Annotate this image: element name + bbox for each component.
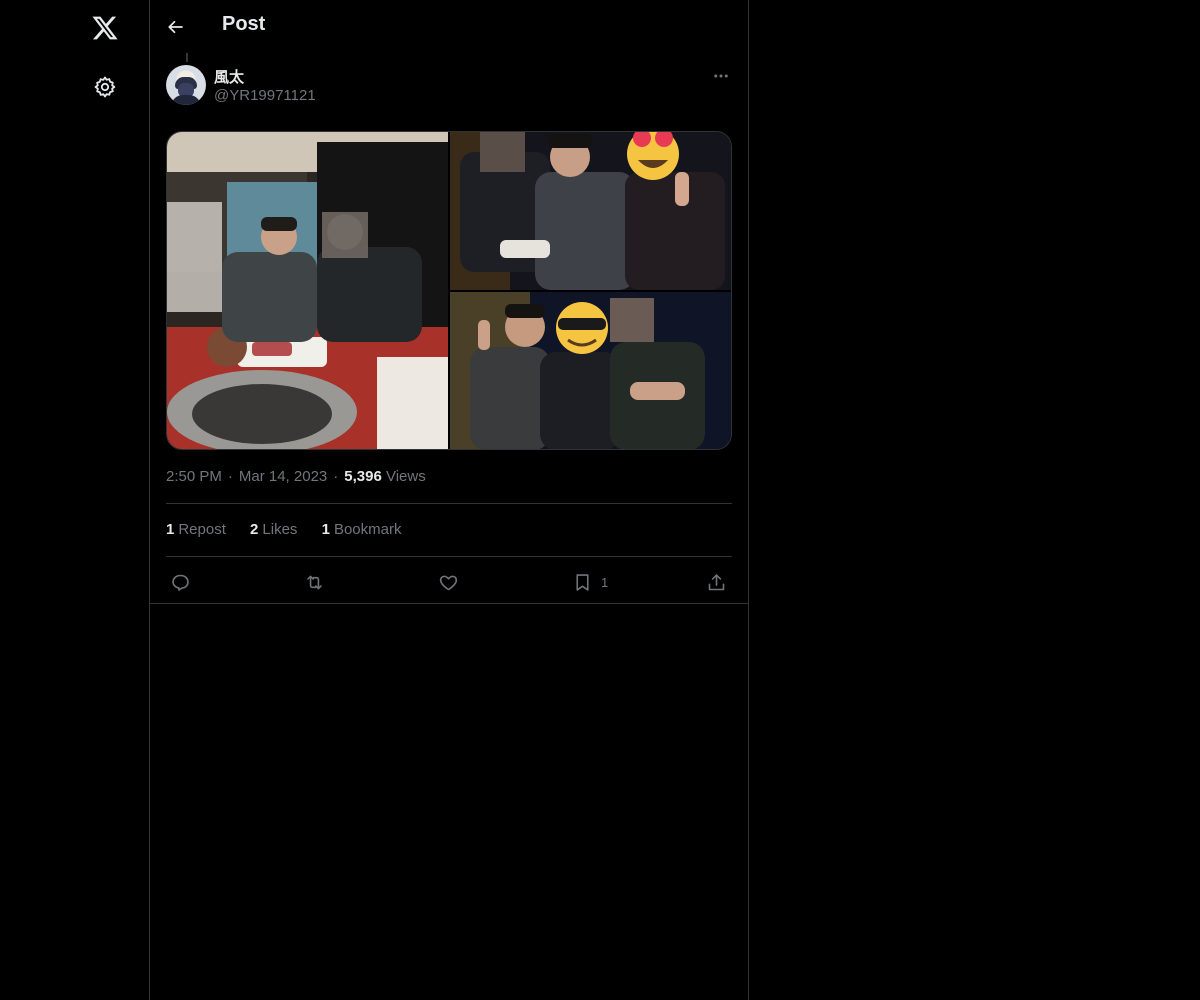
page-title: Post (222, 13, 266, 35)
share-button[interactable] (706, 566, 727, 598)
bookmarks-label: Bookmark (333, 521, 402, 538)
post-author-row: 風太 @YR19971121 (166, 65, 732, 107)
bookmark-button[interactable]: 1 (572, 566, 608, 598)
reply-button[interactable] (170, 566, 191, 598)
gear-icon (94, 76, 116, 98)
likes-label: Likes (262, 521, 298, 538)
author-handle[interactable]: @YR19971121 (214, 87, 316, 104)
likes-stat[interactable]: 2 Likes (250, 521, 297, 538)
share-icon (708, 573, 725, 590)
views-count: 5,396 (344, 468, 382, 485)
primary-column: Post 風太 @YR19971121 2:50 PM · Mar 14, 20… (149, 0, 749, 1000)
bookmarks-count: 1 (321, 521, 330, 538)
page-header: Post (150, 0, 748, 53)
divider (166, 556, 732, 557)
x-logo-link[interactable] (80, 3, 130, 53)
settings-button[interactable] (80, 62, 130, 112)
arrow-left-icon (168, 20, 183, 34)
reply-icon (172, 574, 189, 591)
left-nav (0, 0, 150, 1000)
post-meta: 2:50 PM · Mar 14, 2023 · 5,396 Views (166, 468, 426, 485)
repost-icon (307, 575, 322, 589)
views-label: Views (385, 468, 426, 485)
more-horizontal-icon (714, 74, 728, 78)
post-bottom-border (150, 603, 748, 604)
heart-icon (439, 575, 458, 590)
reposts-label: Repost (178, 521, 226, 538)
meta-separator: · (333, 468, 339, 485)
meta-separator: · (227, 468, 233, 485)
more-options-button[interactable] (710, 65, 732, 87)
reposts-count: 1 (166, 521, 175, 538)
bookmark-count: 1 (601, 574, 609, 590)
repost-button[interactable] (304, 566, 325, 598)
app-root: Post 風太 @YR19971121 2:50 PM · Mar 14, 20… (0, 0, 1200, 1000)
back-button[interactable] (158, 9, 194, 45)
bookmarks-stat[interactable]: 1 Bookmark (322, 521, 402, 538)
post-stats: 1 Repost 2 Likes 1 Bookmark (166, 521, 421, 538)
post-media-grid (166, 131, 732, 450)
divider (166, 503, 732, 504)
post-time[interactable]: 2:50 PM (166, 468, 222, 485)
like-button[interactable] (438, 566, 459, 598)
reposts-stat[interactable]: 1 Repost (166, 521, 226, 538)
likes-count: 2 (250, 521, 259, 538)
avatar[interactable] (166, 65, 206, 105)
bookmark-icon (576, 573, 589, 591)
post-photo-3[interactable] (450, 292, 731, 449)
thread-connector-line (186, 53, 188, 62)
post-photo-2[interactable] (450, 132, 731, 290)
post-actions: 1 (166, 566, 732, 598)
x-logo-icon (92, 16, 118, 40)
author-display-name[interactable]: 風太 (214, 66, 244, 87)
post-date[interactable]: Mar 14, 2023 (239, 468, 327, 485)
post-photo-1[interactable] (167, 132, 448, 449)
